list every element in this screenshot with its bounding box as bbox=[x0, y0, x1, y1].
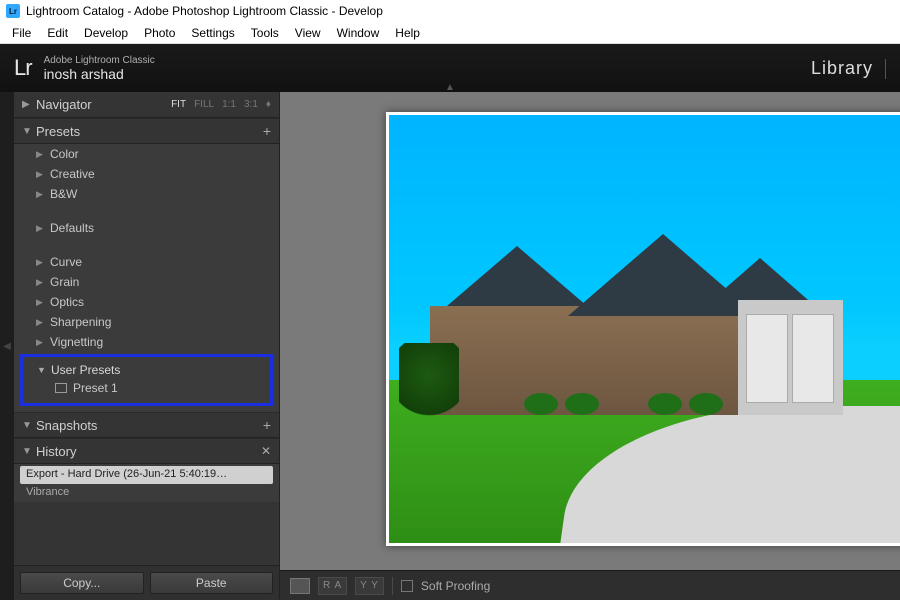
menu-photo[interactable]: Photo bbox=[136, 24, 183, 42]
triangle-right-icon: ▶ bbox=[36, 297, 50, 308]
zoom-3-1[interactable]: 3:1 bbox=[244, 99, 258, 110]
user-name: inosh arshad bbox=[44, 66, 155, 82]
zoom-1-1[interactable]: 1:1 bbox=[222, 99, 236, 110]
preset-thumb-icon bbox=[55, 383, 67, 393]
menu-develop[interactable]: Develop bbox=[76, 24, 136, 42]
lr-logo: Lr bbox=[14, 55, 32, 81]
lr-header: Lr Adobe Lightroom Classic inosh arshad … bbox=[0, 44, 900, 92]
triangle-right-icon: ▶ bbox=[36, 223, 50, 234]
image-canvas[interactable] bbox=[280, 92, 900, 570]
user-presets-title: User Presets bbox=[51, 363, 120, 377]
add-snapshot-icon[interactable]: + bbox=[263, 417, 271, 433]
preset-group-curve[interactable]: ▶Curve bbox=[14, 252, 279, 272]
presets-body: ▶Color ▶Creative ▶B&W ▶Defaults ▶Curve ▶… bbox=[14, 144, 279, 412]
add-preset-icon[interactable]: + bbox=[263, 123, 271, 139]
menu-tools[interactable]: Tools bbox=[243, 24, 287, 42]
menu-edit[interactable]: Edit bbox=[39, 24, 76, 42]
preset-group-defaults[interactable]: ▶Defaults bbox=[14, 218, 279, 238]
triangle-right-icon: ▶ bbox=[36, 149, 50, 160]
history-title: History bbox=[36, 444, 76, 459]
triangle-right-icon: ▶ bbox=[36, 337, 50, 348]
triangle-down-icon: ▼ bbox=[22, 126, 36, 137]
triangle-right-icon: ▶ bbox=[36, 257, 50, 268]
preset-item-label: Preset 1 bbox=[73, 381, 118, 395]
menu-help[interactable]: Help bbox=[387, 24, 428, 42]
copy-paste-footer: Copy... Paste bbox=[14, 565, 279, 600]
caret-left-icon: ◀ bbox=[3, 341, 11, 352]
triangle-right-icon: ▶ bbox=[36, 277, 50, 288]
photo bbox=[389, 115, 900, 543]
preset-group-creative[interactable]: ▶Creative bbox=[14, 164, 279, 184]
os-titlebar: Lr Lightroom Catalog - Adobe Photoshop L… bbox=[0, 0, 900, 22]
snapshots-header[interactable]: ▼ Snapshots + bbox=[14, 412, 279, 438]
menu-settings[interactable]: Settings bbox=[183, 24, 242, 42]
history-item[interactable]: Export - Hard Drive (26-Jun-21 5:40:19… bbox=[20, 466, 273, 484]
menu-file[interactable]: File bbox=[4, 24, 39, 42]
menu-window[interactable]: Window bbox=[329, 24, 388, 42]
module-picker-library[interactable]: Library bbox=[811, 58, 886, 79]
preset-group-vignetting[interactable]: ▶Vignetting bbox=[14, 332, 279, 352]
preset-group-optics[interactable]: ▶Optics bbox=[14, 292, 279, 312]
snapshots-title: Snapshots bbox=[36, 418, 97, 433]
soft-proofing-checkbox[interactable] bbox=[401, 580, 413, 592]
preset-group-bw[interactable]: ▶B&W bbox=[14, 184, 279, 204]
navigator-zoom-options: FIT FILL 1:1 3:1 ♦ bbox=[171, 99, 271, 110]
left-rail-collapse[interactable]: ◀ bbox=[0, 92, 14, 600]
presets-title: Presets bbox=[36, 124, 80, 139]
paste-button[interactable]: Paste bbox=[150, 572, 274, 594]
triangle-right-icon: ▶ bbox=[36, 169, 50, 180]
loupe-view-button[interactable] bbox=[290, 578, 310, 594]
copy-button[interactable]: Copy... bbox=[20, 572, 144, 594]
menu-view[interactable]: View bbox=[287, 24, 329, 42]
user-presets-header[interactable]: ▼ User Presets bbox=[27, 361, 266, 379]
zoom-fill[interactable]: FILL bbox=[194, 99, 214, 110]
preset-group-sharpening[interactable]: ▶Sharpening bbox=[14, 312, 279, 332]
window-title: Lightroom Catalog - Adobe Photoshop Ligh… bbox=[26, 4, 383, 18]
zoom-more-icon[interactable]: ♦ bbox=[266, 99, 271, 110]
history-item[interactable]: Vibrance bbox=[20, 486, 273, 496]
before-after-yy-button[interactable]: Y Y bbox=[355, 577, 384, 595]
clear-history-icon[interactable]: ✕ bbox=[261, 444, 271, 458]
triangle-right-icon: ▶ bbox=[22, 99, 36, 110]
triangle-down-icon: ▼ bbox=[22, 446, 36, 457]
triangle-down-icon: ▼ bbox=[37, 365, 51, 375]
triangle-right-icon: ▶ bbox=[36, 189, 50, 200]
develop-toolbar: R A Y Y Soft Proofing bbox=[280, 570, 900, 600]
zoom-fit[interactable]: FIT bbox=[171, 99, 186, 110]
history-header[interactable]: ▼ History ✕ bbox=[14, 438, 279, 464]
history-body: Export - Hard Drive (26-Jun-21 5:40:19… … bbox=[14, 464, 279, 502]
navigator-header[interactable]: ▶ Navigator FIT FILL 1:1 3:1 ♦ bbox=[14, 92, 279, 118]
before-after-ra-button[interactable]: R A bbox=[318, 577, 347, 595]
soft-proofing-label: Soft Proofing bbox=[421, 579, 490, 593]
user-presets-highlight: ▼ User Presets Preset 1 bbox=[20, 354, 273, 406]
photo-frame bbox=[386, 112, 900, 546]
left-panel: ▶ Navigator FIT FILL 1:1 3:1 ♦ ▼ Presets… bbox=[14, 92, 280, 600]
toolbar-separator bbox=[392, 577, 393, 595]
triangle-right-icon: ▶ bbox=[36, 317, 50, 328]
navigator-title: Navigator bbox=[36, 97, 92, 112]
center-area: R A Y Y Soft Proofing bbox=[280, 92, 900, 600]
os-menubar: File Edit Develop Photo Settings Tools V… bbox=[0, 22, 900, 44]
preset-group-grain[interactable]: ▶Grain bbox=[14, 272, 279, 292]
product-name: Adobe Lightroom Classic bbox=[44, 55, 155, 66]
presets-header[interactable]: ▼ Presets + bbox=[14, 118, 279, 144]
triangle-down-icon: ▼ bbox=[22, 420, 36, 431]
identity-plate: Adobe Lightroom Classic inosh arshad bbox=[44, 55, 155, 82]
app-icon: Lr bbox=[6, 4, 20, 18]
preset-group-color[interactable]: ▶Color bbox=[14, 144, 279, 164]
preset-item-preset1[interactable]: Preset 1 bbox=[27, 379, 266, 397]
